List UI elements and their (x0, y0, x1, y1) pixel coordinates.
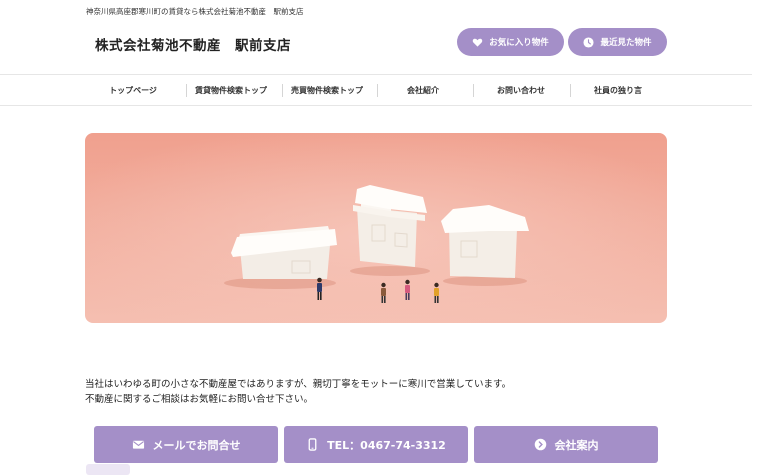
mail-contact-label: メールでお問合せ (152, 438, 241, 452)
mail-contact-button[interactable]: メールでお問合せ (94, 426, 278, 463)
intro-line: 当社はいわゆる町の小さな不動産屋ではありますが、親切丁寧をモットーに寒川で営業し… (85, 379, 512, 390)
nav-item-sale-search[interactable]: 売買物件検索トップ (284, 75, 370, 105)
company-info-button[interactable]: 会社案内 (474, 426, 658, 463)
nav-divider (282, 84, 283, 97)
hero-image (85, 133, 667, 323)
nav-item-top[interactable]: トップページ (92, 75, 174, 105)
intro-text: 当社はいわゆる町の小さな不動産屋ではありますが、親切丁寧をモットーに寒川で営業し… (85, 377, 511, 407)
site-title[interactable]: 株式会社菊池不動産 駅前支店 (95, 34, 291, 54)
partial-banner (86, 464, 130, 475)
clock-icon (583, 36, 595, 48)
heart-icon (472, 38, 483, 47)
phone-label: TEL：0467-74-3312 (327, 438, 446, 452)
recent-label: 最近見た物件 (600, 38, 652, 48)
favorites-button[interactable]: お気に入り物件 (457, 28, 564, 56)
phone-button[interactable]: TEL：0467-74-3312 (284, 426, 468, 463)
nav-item-staff-blog[interactable]: 社員の独り言 (572, 75, 664, 105)
nav-item-company[interactable]: 会社紹介 (380, 75, 466, 105)
nav-divider (377, 84, 378, 97)
favorites-label: お気に入り物件 (489, 38, 549, 48)
company-info-label: 会社案内 (554, 438, 599, 452)
hero-illustration (85, 133, 667, 323)
nav-divider (186, 84, 187, 97)
nav-item-contact[interactable]: お問い合わせ (476, 75, 566, 105)
nav-divider (473, 84, 474, 97)
site-tagline: 神奈川県高座郡寒川町の賃貸なら株式会社菊池不動産 駅前支店 (86, 7, 304, 16)
chevron-circle-icon (534, 438, 546, 451)
phone-icon (308, 438, 317, 451)
nav-divider (570, 84, 571, 97)
global-nav: トップページ 賃貸物件検索トップ 売買物件検索トップ 会社紹介 お問い合わせ 社… (0, 74, 752, 106)
intro-line: 不動産に関するご相談はお気軽にお問い合せ下さい。 (85, 394, 314, 405)
mail-icon (132, 440, 144, 449)
recent-button[interactable]: 最近見た物件 (568, 28, 667, 56)
nav-item-rental-search[interactable]: 賃貸物件検索トップ (188, 75, 274, 105)
